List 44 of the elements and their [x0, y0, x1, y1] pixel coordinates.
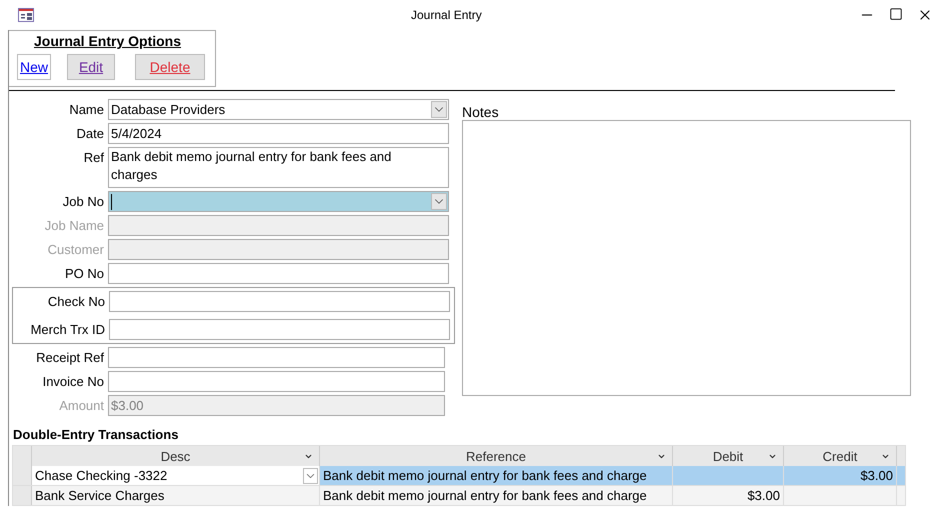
- table-cell: Bank Service Charges: [32, 486, 320, 505]
- input-field[interactable]: Bank debit memo journal entry for bank fees and charges: [108, 147, 449, 188]
- table-cell: Bank debit memo journal entry for bank fees and charge: [320, 486, 673, 505]
- input-field[interactable]: 5/4/2024: [108, 123, 449, 144]
- options-title: Journal Entry Options: [34, 33, 182, 50]
- field-label: Name: [68, 101, 104, 119]
- maximize-icon[interactable]: [889, 7, 903, 21]
- transactions-title: Double-Entry Transactions: [13, 426, 180, 443]
- field-label: Job Name: [44, 217, 104, 235]
- field-label: Date: [76, 125, 104, 143]
- notes-field[interactable]: [462, 120, 911, 396]
- field-label: Merch Trx ID: [30, 321, 105, 339]
- field-label: Check No: [46, 293, 105, 311]
- combo-box[interactable]: Database Providers: [108, 99, 449, 120]
- field-label: Ref: [82, 149, 104, 167]
- table-cell: $3.00: [673, 486, 784, 505]
- table-row[interactable]: Bank Service Charges Bank debit memo journal entry for bank fees and charge $3.00: [13, 486, 905, 506]
- input-field[interactable]: [109, 319, 450, 340]
- input-field[interactable]: [109, 291, 450, 312]
- input-field[interactable]: [108, 371, 445, 392]
- field-label: Amount: [58, 397, 104, 415]
- notes-label: Notes: [462, 104, 500, 120]
- delete-button[interactable]: Delete: [135, 54, 205, 80]
- table-cell: Chase Checking -3322: [32, 466, 320, 485]
- table-cell: $3.00: [784, 466, 897, 485]
- field-label: PO No: [64, 265, 104, 283]
- field-label: Job No: [62, 193, 104, 211]
- edit-button[interactable]: Edit: [67, 54, 115, 80]
- new-button[interactable]: New: [17, 54, 51, 80]
- form-icon: [18, 8, 34, 22]
- text-cursor: [111, 194, 112, 210]
- input-field[interactable]: [108, 347, 445, 368]
- table-row[interactable]: Chase Checking -3322 Bank debit memo journal entry for bank fees and charge $3.00: [13, 466, 905, 486]
- dropdown-icon[interactable]: [431, 101, 447, 118]
- record-selector[interactable]: [13, 466, 32, 485]
- dropdown-icon[interactable]: [431, 193, 447, 210]
- field-label: Invoice No: [42, 373, 104, 391]
- record-selector[interactable]: [13, 486, 32, 505]
- table-cell: Bank debit memo journal entry for bank fees and charge: [320, 466, 673, 485]
- window-title: Journal Entry: [411, 6, 482, 24]
- field-label: Receipt Ref: [35, 349, 104, 367]
- dropdown-icon[interactable]: [303, 468, 318, 484]
- field-label: Customer: [46, 241, 104, 259]
- input-field[interactable]: [108, 263, 449, 284]
